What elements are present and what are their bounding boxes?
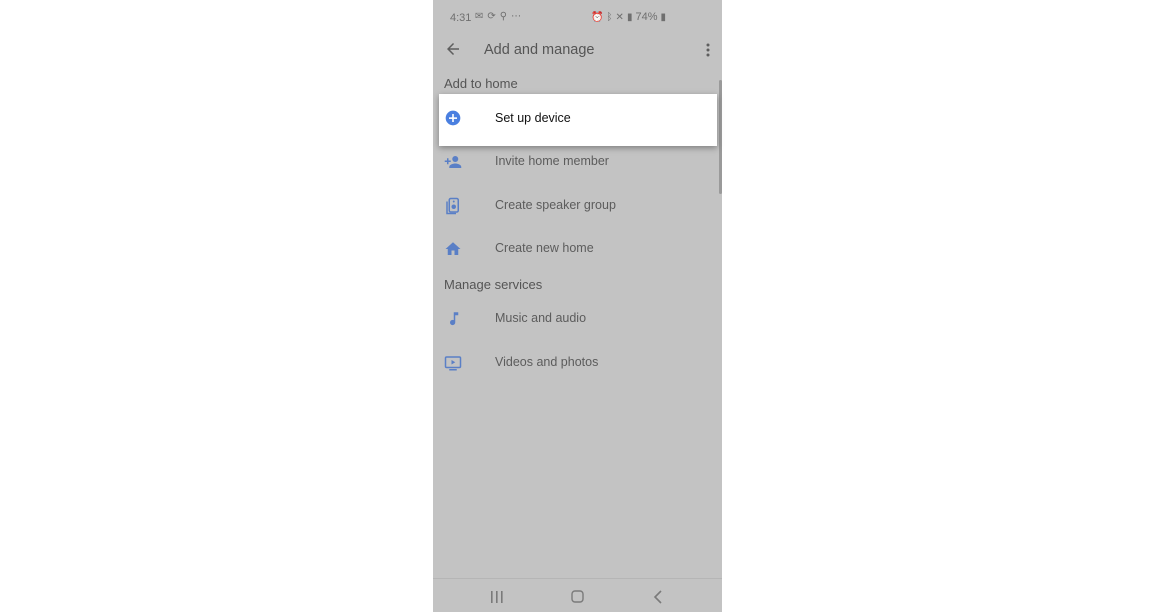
list-item-label: Music and audio xyxy=(495,311,587,325)
app-bar: Add and manage xyxy=(433,36,722,64)
battery-icon: ▮ xyxy=(660,11,666,23)
page-title: Add and manage xyxy=(484,42,595,58)
list-item-music-and-audio[interactable]: Music and audio xyxy=(433,299,722,339)
status-time: 4:31 xyxy=(450,12,472,24)
list-item-label: Videos and photos xyxy=(495,355,599,369)
scrollbar[interactable] xyxy=(719,80,722,194)
list-item-invite-home-member[interactable]: Invite home member xyxy=(433,142,722,182)
bluetooth-icon: ᛒ xyxy=(606,11,613,23)
alarm-icon: ⏰ xyxy=(591,11,604,23)
more-options-icon[interactable] xyxy=(704,42,712,58)
mic-icon: ⚲ xyxy=(499,11,508,22)
list-item-label: Create new home xyxy=(495,241,594,255)
back-arrow-icon[interactable] xyxy=(444,40,462,58)
list-item-videos-and-photos[interactable]: Videos and photos xyxy=(433,343,722,383)
list-item-label: Create speaker group xyxy=(495,198,616,212)
home-icon xyxy=(445,242,461,255)
section-header-manage-services: Manage services xyxy=(444,277,543,292)
more-notifications-icon: ⋯ xyxy=(511,11,522,22)
status-bar: 4:31 ✉ ⟳ ⚲ ⋯ ⏰ ᛒ ✕ ▮ 74% ▮ xyxy=(433,0,722,36)
signal-icon: ▮ xyxy=(626,11,633,23)
nav-back-icon[interactable] xyxy=(652,590,664,604)
mute-icon: ✕ xyxy=(615,11,624,23)
status-system-icons: ⏰ ᛒ ✕ ▮ 74% ▮ xyxy=(591,11,666,23)
music-note-icon xyxy=(450,312,459,326)
list-item-set-up-device[interactable]: Set up device xyxy=(439,94,717,146)
phone-screen: 4:31 ✉ ⟳ ⚲ ⋯ ⏰ ᛒ ✕ ▮ 74% ▮ Add and manag… xyxy=(433,0,722,612)
add-circle-icon xyxy=(445,110,461,126)
recent-apps-icon[interactable] xyxy=(490,591,504,603)
mail-icon: ✉ xyxy=(475,11,484,22)
speaker-icon xyxy=(446,197,459,215)
battery-percent: 74% xyxy=(635,11,658,23)
person-add-icon xyxy=(444,156,462,168)
list-item-label: Set up device xyxy=(495,111,571,125)
video-icon xyxy=(444,356,462,371)
list-item-create-speaker-group[interactable]: Create speaker group xyxy=(433,186,722,226)
section-header-add-to-home: Add to home xyxy=(444,76,518,91)
sync-icon: ⟳ xyxy=(487,11,496,22)
list-item-create-new-home[interactable]: Create new home xyxy=(433,229,722,269)
home-button-icon[interactable] xyxy=(571,590,584,603)
system-nav-bar xyxy=(433,578,722,612)
status-notification-icons: ✉ ⟳ ⚲ ⋯ xyxy=(475,11,521,22)
list-item-label: Invite home member xyxy=(495,154,609,168)
